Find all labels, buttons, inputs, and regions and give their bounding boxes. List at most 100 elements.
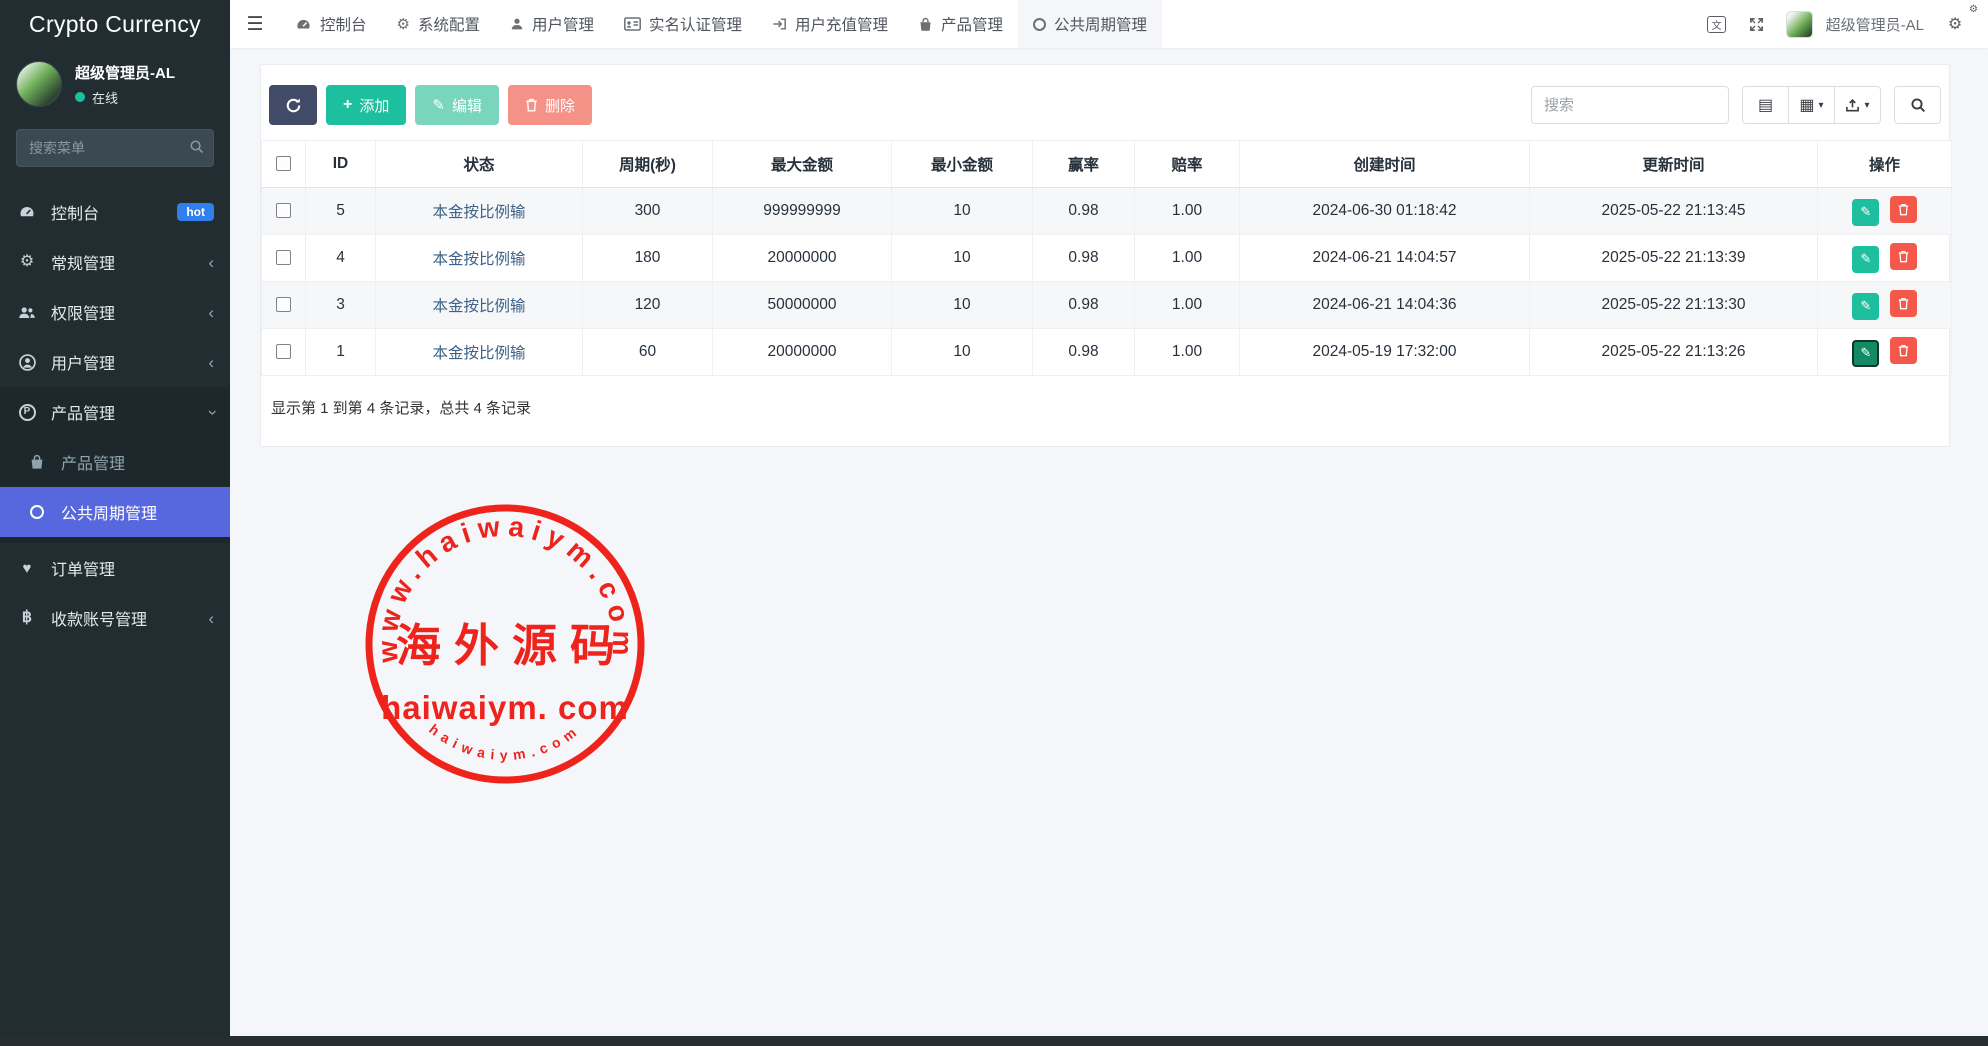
submenu-item-public-cycle[interactable]: 公共周期管理 [0, 487, 230, 537]
main-content: + 添加 ✎ 编辑 删除 ▤ ▦▾ [230, 64, 1988, 447]
hot-badge: hot [177, 203, 214, 221]
columns-button[interactable]: ▦▾ [1788, 86, 1835, 124]
navbar-user-name[interactable]: 超级管理员-AL [1819, 14, 1932, 35]
nav-tab-label: 实名认证管理 [649, 13, 742, 35]
column-header-win-rate: 赢率 [1033, 141, 1135, 188]
translate-icon[interactable]: 文 [1700, 7, 1734, 41]
toggle-view-button[interactable]: ▤ [1742, 86, 1789, 124]
table-row: 3 本金按比例输 120 50000000 10 0.98 1.00 2024-… [262, 282, 1952, 329]
products-submenu: 产品管理 公共周期管理 [0, 437, 230, 543]
menu-search-input[interactable] [16, 129, 214, 167]
row-checkbox[interactable] [276, 344, 291, 359]
tachometer-icon [295, 17, 312, 32]
submenu-item-product-management[interactable]: 产品管理 [0, 437, 230, 487]
sidebar-item-orders[interactable]: ♥ 订单管理 [0, 543, 230, 593]
cell-updated: 2025-05-22 21:13:45 [1530, 188, 1818, 235]
nav-tab-label: 控制台 [320, 13, 367, 35]
cell-updated: 2025-05-22 21:13:26 [1530, 329, 1818, 376]
hamburger-menu-icon[interactable]: ☰ [230, 0, 280, 48]
table-card: + 添加 ✎ 编辑 删除 ▤ ▦▾ [260, 64, 1950, 447]
nav-tab-products[interactable]: 产品管理 [903, 0, 1018, 48]
search-submit-button[interactable] [1894, 86, 1941, 124]
sidebar-item-payment-accounts[interactable]: ฿ 收款账号管理 ‹ [0, 593, 230, 643]
row-checkbox[interactable] [276, 250, 291, 265]
cell-max: 999999999 [713, 188, 892, 235]
cell-max: 20000000 [713, 329, 892, 376]
column-header-min: 最小金额 [892, 141, 1033, 188]
user-status: 在线 [75, 88, 175, 107]
shopping-bag-icon [26, 454, 48, 470]
sidebar: Crypto Currency 超级管理员-AL 在线 控制台 hot ⚙ 常规… [0, 0, 230, 1046]
table-view-button-group: ▤ ▦▾ ▾ [1742, 86, 1881, 124]
circle-icon [1033, 18, 1046, 31]
nav-tab-label: 用户充值管理 [795, 13, 888, 35]
row-delete-button[interactable] [1890, 196, 1917, 223]
brand-title: Crypto Currency [0, 0, 230, 48]
fullscreen-icon[interactable] [1740, 7, 1774, 41]
sidebar-item-label: 产品管理 [51, 400, 115, 424]
export-button[interactable]: ▾ [1834, 86, 1881, 124]
row-checkbox[interactable] [276, 297, 291, 312]
bitcoin-icon: ฿ [16, 610, 38, 626]
table-row: 5 本金按比例输 300 999999999 10 0.98 1.00 2024… [262, 188, 1952, 235]
select-all-cell [262, 141, 306, 188]
cell-created: 2024-06-30 01:18:42 [1240, 188, 1530, 235]
add-button[interactable]: + 添加 [326, 85, 406, 125]
settings-gears-icon[interactable]: ⚙⚙ [1938, 7, 1972, 41]
stamp-center-domain: haiwaiym. com [381, 689, 629, 726]
row-edit-button[interactable]: ✎ [1852, 246, 1879, 273]
nav-tab-kyc[interactable]: 实名认证管理 [609, 0, 757, 48]
row-delete-button[interactable] [1890, 290, 1917, 317]
stamp-arc-top-text: www.haiwaiym.com [372, 510, 639, 664]
user-name: 超级管理员-AL [75, 62, 175, 83]
nav-tab-users[interactable]: 用户管理 [495, 0, 609, 48]
row-delete-button[interactable] [1890, 243, 1917, 270]
refresh-button[interactable] [269, 85, 317, 125]
column-header-updated: 更新时间 [1530, 141, 1818, 188]
cell-period: 300 [583, 188, 713, 235]
sidebar-item-dashboard[interactable]: 控制台 hot [0, 187, 230, 237]
row-edit-button[interactable]: ✎ [1852, 340, 1879, 367]
nav-tab-system-config[interactable]: ⚙ 系统配置 [382, 0, 495, 48]
select-all-checkbox[interactable] [276, 156, 291, 171]
submenu-item-label: 公共周期管理 [61, 500, 157, 524]
row-edit-button[interactable]: ✎ [1852, 199, 1879, 226]
sidebar-item-general[interactable]: ⚙ 常规管理 ‹ [0, 237, 230, 287]
sidebar-item-users[interactable]: 用户管理 ‹ [0, 337, 230, 387]
cell-created: 2024-05-19 17:32:00 [1240, 329, 1530, 376]
avatar[interactable] [1786, 11, 1813, 38]
edit-button[interactable]: ✎ 编辑 [415, 85, 499, 125]
cell-max: 50000000 [713, 282, 892, 329]
nav-tab-public-cycle[interactable]: 公共周期管理 [1018, 0, 1162, 48]
nav-tab-dashboard[interactable]: 控制台 [280, 0, 382, 48]
gears-icon: ⚙ [16, 254, 38, 270]
sign-in-icon [772, 17, 787, 31]
table-search-input[interactable] [1531, 86, 1729, 124]
row-checkbox[interactable] [276, 203, 291, 218]
nav-tab-recharge[interactable]: 用户充值管理 [757, 0, 903, 48]
gear-icon: ⚙ [397, 15, 410, 33]
trash-icon [1898, 203, 1909, 216]
delete-button[interactable]: 删除 [508, 85, 592, 125]
cell-period: 60 [583, 329, 713, 376]
list-view-icon: ▤ [1758, 95, 1773, 115]
cell-id: 1 [306, 329, 376, 376]
trash-icon [525, 98, 538, 112]
search-icon [189, 139, 204, 154]
cell-odds: 1.00 [1135, 282, 1240, 329]
sidebar-item-label: 权限管理 [51, 300, 115, 324]
sidebar-item-products[interactable]: P 产品管理 ‹ [0, 387, 230, 437]
cell-status: 本金按比例输 [432, 345, 525, 362]
sidebar-item-permissions[interactable]: 权限管理 ‹ [0, 287, 230, 337]
row-edit-button[interactable]: ✎ [1852, 293, 1879, 320]
top-navbar: ☰ 控制台 ⚙ 系统配置 用户管理 实名认证管理 用户充值管理 产品管理 公 [230, 0, 1988, 48]
cell-updated: 2025-05-22 21:13:39 [1530, 235, 1818, 282]
column-header-odds: 赔率 [1135, 141, 1240, 188]
nav-tab-label: 用户管理 [532, 13, 594, 35]
table-row: 1 本金按比例输 60 20000000 10 0.98 1.00 2024-0… [262, 329, 1952, 376]
chevron-left-icon: ‹ [208, 254, 214, 271]
chevron-left-icon: ‹ [208, 610, 214, 627]
pencil-icon: ✎ [1860, 345, 1871, 361]
grid-icon: ▦ [1799, 95, 1814, 115]
row-delete-button[interactable] [1890, 337, 1917, 364]
